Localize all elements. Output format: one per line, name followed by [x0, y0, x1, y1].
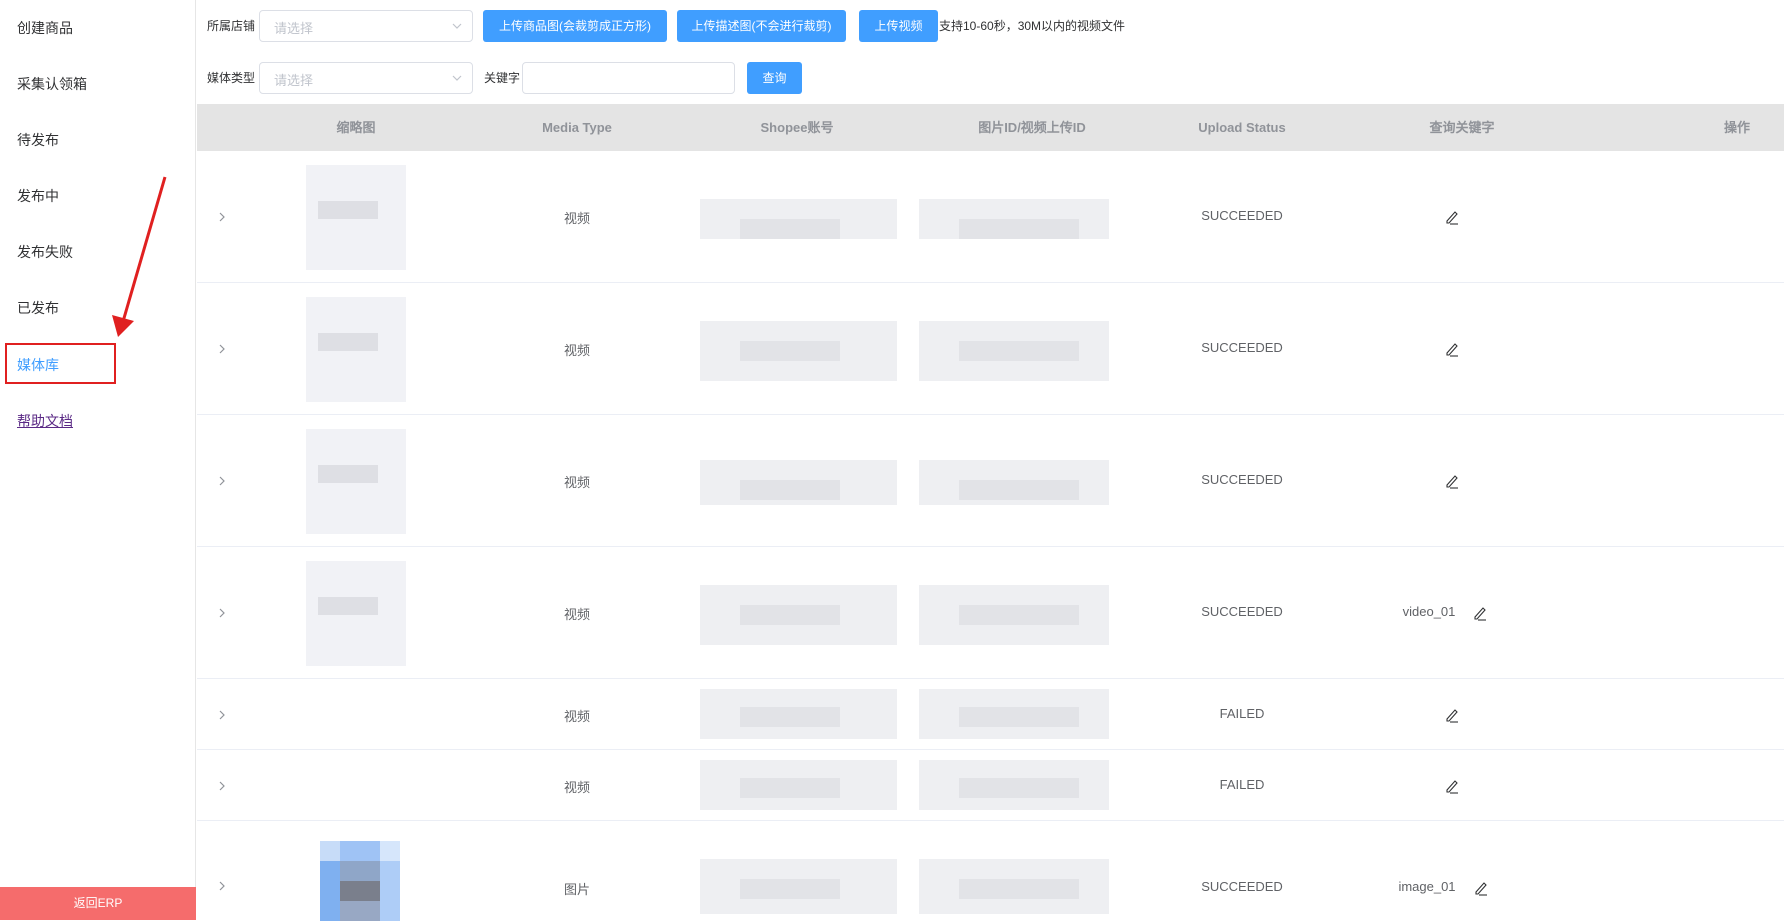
search-button[interactable]: 查询	[747, 62, 802, 94]
media-id-obscured	[919, 760, 1109, 810]
shop-select-placeholder: 请选择	[274, 21, 314, 36]
thumbnail-placeholder	[306, 297, 406, 402]
media-type-label: 媒体类型	[207, 71, 256, 85]
media-id-obscured	[919, 859, 1109, 914]
shopee-account-obscured	[700, 199, 897, 239]
column-header-actions: 操作	[1723, 120, 1750, 135]
pencil-icon[interactable]	[1472, 605, 1488, 621]
shopee-account-obscured	[700, 321, 897, 381]
chevron-right-icon[interactable]	[217, 608, 227, 618]
column-header-upload-status: Upload Status	[1198, 120, 1286, 135]
video-hint-text: 支持10-60秒，30M以内的视频文件	[939, 19, 1126, 33]
sidebar-item-failed[interactable]: 发布失败	[17, 242, 73, 262]
keyword-value: video_01	[1402, 604, 1456, 619]
column-header-shopee-account: Shopee账号	[760, 120, 834, 135]
media-type-value: 视频	[563, 607, 590, 622]
thumbnail-placeholder	[306, 165, 406, 270]
media-id-obscured	[919, 199, 1109, 239]
sidebar-item-pending[interactable]: 待发布	[17, 130, 59, 150]
media-type-value: 视频	[563, 475, 590, 490]
pencil-icon[interactable]	[1444, 778, 1460, 794]
shopee-account-obscured	[700, 585, 897, 645]
chevron-right-icon[interactable]	[217, 710, 227, 720]
keyword-input[interactable]	[522, 62, 735, 94]
media-type-select[interactable]: 请选择	[259, 62, 473, 94]
media-type-select-placeholder: 请选择	[274, 73, 314, 88]
shop-select[interactable]: 请选择	[259, 10, 473, 42]
shopee-account-obscured	[700, 760, 897, 810]
column-header-keyword: 查询关键字	[1429, 120, 1495, 135]
table-row: 视频 SUCCEEDED video_01	[197, 547, 1784, 679]
image-thumbnail	[320, 841, 400, 921]
media-type-value: 图片	[563, 882, 590, 897]
sidebar-item-help-docs[interactable]: 帮助文档	[17, 411, 73, 431]
upload-video-button[interactable]: 上传视频	[859, 10, 938, 42]
upload-status-value: SUCCEEDED	[1201, 604, 1283, 619]
thumbnail-placeholder	[306, 561, 406, 666]
pencil-icon[interactable]	[1444, 341, 1460, 357]
upload-status-value: SUCCEEDED	[1201, 208, 1283, 223]
main-content: 所属店铺 请选择 上传商品图(会裁剪成正方形) 上传描述图(不会进行裁剪) 上传…	[197, 0, 1784, 921]
sidebar: 创建商品 采集认领箱 待发布 发布中 发布失败 已发布 媒体库 帮助文档 返回E…	[0, 0, 196, 920]
shopee-account-obscured	[700, 689, 897, 739]
media-id-obscured	[919, 321, 1109, 381]
back-to-erp-button[interactable]: 返回ERP	[0, 887, 196, 920]
column-header-media-type: Media Type	[542, 120, 612, 135]
table-row: 图片 SUCCEEDED image_01	[197, 821, 1784, 921]
table-row: 视频 FAILED	[197, 679, 1784, 750]
chevron-right-icon[interactable]	[217, 781, 227, 791]
sidebar-item-publishing[interactable]: 发布中	[17, 186, 59, 206]
chevron-right-icon[interactable]	[217, 212, 227, 222]
chevron-right-icon[interactable]	[217, 476, 227, 486]
shopee-account-obscured	[700, 859, 897, 914]
shopee-account-obscured	[700, 460, 897, 505]
upload-description-image-button[interactable]: 上传描述图(不会进行裁剪)	[677, 10, 846, 42]
column-header-media-id: 图片ID/视频上传ID	[978, 120, 1086, 135]
upload-status-value: SUCCEEDED	[1201, 472, 1283, 487]
column-header-thumbnail: 缩略图	[336, 120, 376, 135]
table-row: 视频 SUCCEEDED	[197, 151, 1784, 283]
table-row: 视频 SUCCEEDED	[197, 283, 1784, 415]
sidebar-item-create-product[interactable]: 创建商品	[17, 18, 73, 38]
upload-product-image-button[interactable]: 上传商品图(会裁剪成正方形)	[483, 10, 667, 42]
chevron-down-icon	[452, 75, 462, 81]
annotation-arrow	[112, 176, 167, 337]
upload-status-value: SUCCEEDED	[1201, 340, 1283, 355]
annotation-highlight-box	[5, 343, 116, 384]
media-id-obscured	[919, 689, 1109, 739]
pencil-icon[interactable]	[1444, 707, 1460, 723]
sidebar-item-published[interactable]: 已发布	[17, 298, 59, 318]
thumbnail-placeholder	[306, 429, 406, 534]
media-type-value: 视频	[563, 780, 590, 795]
upload-status-value: SUCCEEDED	[1201, 879, 1283, 894]
keyword-value: image_01	[1398, 879, 1456, 894]
shop-label: 所属店铺	[207, 19, 256, 33]
media-id-obscured	[919, 460, 1109, 505]
pencil-icon[interactable]	[1444, 209, 1460, 225]
table-header: 缩略图 Media Type Shopee账号 图片ID/视频上传ID Uplo…	[197, 104, 1784, 151]
table-row: 视频 SUCCEEDED	[197, 415, 1784, 547]
table-row: 视频 FAILED	[197, 750, 1784, 821]
chevron-right-icon[interactable]	[217, 344, 227, 354]
media-id-obscured	[919, 585, 1109, 645]
pencil-icon[interactable]	[1444, 473, 1460, 489]
chevron-right-icon[interactable]	[217, 881, 227, 891]
keyword-label: 关键字	[484, 71, 521, 85]
sidebar-item-collection-box[interactable]: 采集认领箱	[17, 74, 87, 94]
upload-status-value: FAILED	[1219, 706, 1265, 721]
media-type-value: 视频	[563, 211, 590, 226]
media-type-value: 视频	[563, 343, 590, 358]
upload-status-value: FAILED	[1219, 777, 1265, 792]
chevron-down-icon	[452, 23, 462, 29]
media-type-value: 视频	[563, 709, 590, 724]
pencil-icon[interactable]	[1473, 880, 1489, 896]
